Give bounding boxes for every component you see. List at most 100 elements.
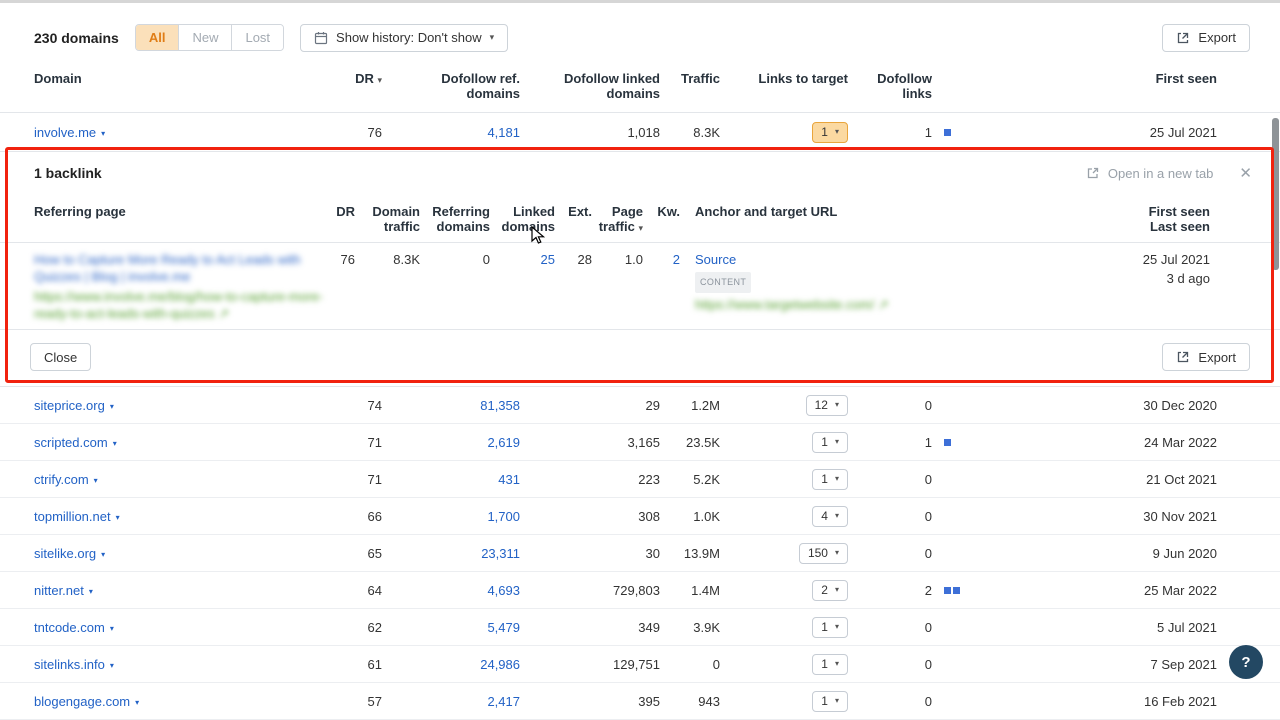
domain-table-row: nitter.net▾ 64 4,693 729,803 1.4M 2▾ 2 2… — [0, 572, 1280, 609]
column-header-page-traffic[interactable]: Page traffic ▾ — [592, 204, 643, 234]
filter-all-button[interactable]: All — [136, 25, 180, 50]
column-header-anchor-target-url[interactable]: Anchor and target URL — [680, 204, 1050, 219]
dofollow-ref-domains-link[interactable]: 1,700 — [487, 509, 520, 524]
domain-table-row: sitelike.org▾ 65 23,311 30 13.9M 150▾ 0 … — [0, 535, 1280, 572]
bl-domain-traffic-cell: 8.3K — [355, 251, 420, 268]
dofollow-ref-domains-link[interactable]: 2,619 — [487, 435, 520, 450]
chevron-down-icon: ▾ — [835, 697, 839, 705]
filter-new-button[interactable]: New — [179, 25, 232, 50]
links-to-target-dropdown[interactable]: 1▾ — [812, 432, 848, 453]
column-header-domain-traffic[interactable]: Domaintraffic — [355, 204, 420, 234]
open-in-new-tab-button[interactable]: Open in a new tab — [1086, 166, 1214, 181]
scrollbar-thumb[interactable] — [1272, 118, 1279, 270]
bl-dr-cell: 76 — [324, 251, 355, 268]
dofollow-links-cell: 0 — [848, 694, 932, 709]
chevron-down-icon: ▾ — [101, 550, 105, 559]
referring-page-title-link[interactable]: How to Capture More Ready to Act Leads w… — [34, 252, 301, 284]
dofollow-ref-domains-cell: 5,479 — [382, 620, 520, 635]
backlink-row: How to Capture More Ready to Act Leads w… — [0, 243, 1280, 330]
domain-link[interactable]: sitelike.org▾ — [34, 546, 105, 561]
links-to-target-dropdown[interactable]: 4▾ — [812, 506, 848, 527]
domain-link[interactable]: nitter.net▾ — [34, 583, 93, 598]
column-header-bl-dr[interactable]: DR — [324, 204, 355, 219]
export-button[interactable]: Export — [1162, 24, 1250, 52]
dr-cell: 64 — [334, 583, 382, 598]
dr-cell: 66 — [334, 509, 382, 524]
domain-link[interactable]: siteprice.org▾ — [34, 398, 114, 413]
column-header-first-last-seen[interactable]: First seenLast seen — [1050, 204, 1210, 234]
dofollow-ref-domains-link[interactable]: 24,986 — [480, 657, 520, 672]
links-to-target-dropdown[interactable]: 1▾ — [812, 654, 848, 675]
links-to-target-dropdown[interactable]: 150▾ — [799, 543, 848, 564]
anchor-source-link[interactable]: Source — [695, 252, 736, 267]
column-header-referring-domains[interactable]: Referringdomains — [420, 204, 490, 234]
filter-lost-button[interactable]: Lost — [232, 25, 283, 50]
target-url-link[interactable]: https://www.targetwebsite.com/ ↗ — [695, 296, 1050, 313]
bl-last-seen: 3 d ago — [1050, 270, 1210, 287]
domain-link[interactable]: scripted.com▾ — [34, 435, 117, 450]
column-header-referring-page[interactable]: Referring page — [34, 204, 324, 219]
backlink-table-header: Referring page DR Domaintraffic Referrin… — [0, 194, 1280, 243]
help-button[interactable]: ? — [1229, 645, 1263, 679]
dofollow-ref-domains-link[interactable]: 4,693 — [487, 583, 520, 598]
links-to-target-cell: 12▾ — [720, 395, 848, 416]
column-header-domain[interactable]: Domain — [34, 71, 334, 86]
show-history-dropdown[interactable]: Show history: Don't show ▾ — [300, 24, 508, 52]
column-header-dofollow-links[interactable]: Dofollow links — [848, 71, 932, 101]
close-panel-icon[interactable]: ✕ — [1239, 166, 1252, 181]
backlink-panel-footer: Close Export — [0, 330, 1280, 386]
referring-page-url-link[interactable]: https://www.involve.me/blog/how-to-captu… — [34, 288, 324, 322]
dofollow-marker — [932, 129, 962, 136]
open-new-tab-icon — [1086, 166, 1100, 180]
content-badge: CONTENT — [695, 272, 751, 293]
column-header-links-to-target[interactable]: Links to target — [720, 71, 848, 86]
first-seen-cell: 24 Mar 2022 — [962, 435, 1217, 450]
backlinks-toolbar: 230 domains All New Lost Show history: D… — [0, 3, 1280, 58]
dofollow-ref-domains-link[interactable]: 431 — [498, 472, 520, 487]
dofollow-ref-domains-link[interactable]: 81,358 — [480, 398, 520, 413]
linked-domains-link[interactable]: 25 — [541, 252, 555, 267]
links-to-target-dropdown[interactable]: 1▾ — [812, 122, 848, 143]
links-to-target-dropdown[interactable]: 2▾ — [812, 580, 848, 601]
links-to-target-dropdown[interactable]: 1▾ — [812, 617, 848, 638]
column-header-traffic[interactable]: Traffic — [660, 71, 720, 86]
domain-link[interactable]: sitelinks.info▾ — [34, 657, 114, 672]
column-header-first-seen[interactable]: First seen — [962, 71, 1217, 86]
dofollow-links-cell: 0 — [848, 472, 932, 487]
column-header-ext[interactable]: Ext. — [555, 204, 592, 219]
dofollow-ref-domains-cell: 24,986 — [382, 657, 520, 672]
column-header-dofollow-linked-domains[interactable]: Dofollow linked domains — [520, 71, 660, 101]
domain-table-row: ctrify.com▾ 71 431 223 5.2K 1▾ 0 21 Oct … — [0, 461, 1280, 498]
links-to-target-dropdown[interactable]: 12▾ — [806, 395, 848, 416]
first-seen-cell: 16 Feb 2021 — [962, 694, 1217, 709]
links-to-target-dropdown[interactable]: 1▾ — [812, 469, 848, 490]
links-to-target-cell: 1▾ — [720, 617, 848, 638]
links-to-target-cell: 1▾ — [720, 122, 848, 143]
links-to-target-cell: 4▾ — [720, 506, 848, 527]
domain-link[interactable]: tntcode.com▾ — [34, 620, 114, 635]
close-panel-button[interactable]: Close — [30, 343, 91, 371]
domain-link[interactable]: topmillion.net▾ — [34, 509, 120, 524]
bl-first-last-seen-cell: 25 Jul 2021 3 d ago — [1050, 251, 1210, 287]
links-to-target-cell: 1▾ — [720, 654, 848, 675]
domain-link[interactable]: blogengage.com▾ — [34, 694, 139, 709]
dofollow-ref-domains-cell: 2,417 — [382, 694, 520, 709]
domains-table-body-top: involve.me▾ 76 4,181 1,018 8.3K 1▾ 1 25 … — [0, 113, 1280, 151]
first-seen-cell: 21 Oct 2021 — [962, 472, 1217, 487]
dofollow-ref-domains-link[interactable]: 4,181 — [487, 125, 520, 140]
column-header-kw[interactable]: Kw. — [643, 204, 680, 219]
domain-link[interactable]: involve.me▾ — [34, 125, 105, 140]
kw-link[interactable]: 2 — [673, 252, 680, 267]
backlink-panel-header: 1 backlink Open in a new tab ✕ — [0, 152, 1280, 194]
dofollow-linked-domains-cell: 1,018 — [520, 125, 660, 140]
domain-link[interactable]: ctrify.com▾ — [34, 472, 98, 487]
dofollow-ref-domains-link[interactable]: 2,417 — [487, 694, 520, 709]
panel-export-button[interactable]: Export — [1162, 343, 1250, 371]
dofollow-ref-domains-link[interactable]: 23,311 — [481, 546, 520, 561]
domain-cell: sitelinks.info▾ — [34, 657, 334, 672]
dofollow-links-cell: 0 — [848, 509, 932, 524]
column-header-linked-domains[interactable]: Linkeddomains — [490, 204, 555, 234]
column-header-dofollow-ref-domains[interactable]: Dofollow ref. domains — [382, 71, 520, 101]
dofollow-ref-domains-link[interactable]: 5,479 — [487, 620, 520, 635]
column-header-dr[interactable]: DR ▾ — [334, 71, 382, 86]
